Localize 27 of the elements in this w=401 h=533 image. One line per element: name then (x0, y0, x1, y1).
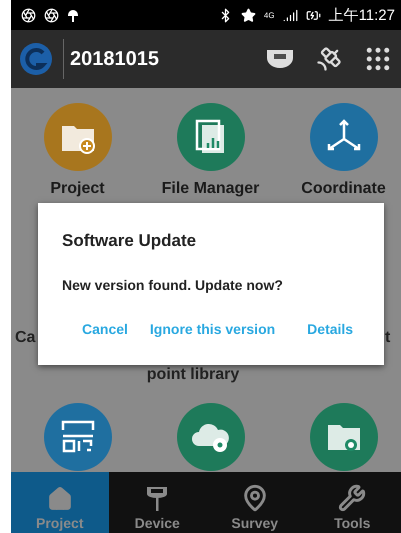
satellite-icon[interactable] (315, 45, 343, 73)
dialog-message: New version found. Update now? (62, 277, 284, 293)
signal-icon (282, 8, 298, 22)
tile-label: Ca (15, 329, 36, 347)
home-icon (46, 486, 73, 512)
tile-label: Project (50, 180, 105, 198)
project-title: 20181015 (63, 39, 159, 79)
network-type: 4G (264, 10, 275, 20)
receiver-icon[interactable] (265, 47, 295, 71)
dialog-button[interactable]: Cancel (82, 321, 128, 337)
dialog-title: Software Update (62, 231, 198, 251)
nav-tab[interactable]: Project (11, 472, 108, 533)
clock-time: 上午11:27 (328, 6, 395, 24)
tile-label: Coordinate (301, 180, 386, 198)
tile-label: t (385, 329, 390, 347)
aperture-icon (21, 8, 36, 22)
nav-tab[interactable]: Tools (304, 472, 401, 533)
star-icon (240, 8, 256, 22)
wrench-icon (338, 484, 366, 512)
aperture-icon (44, 8, 59, 22)
tile-label: File Manager (162, 180, 260, 198)
tile-label: point library (146, 366, 240, 384)
dialog-button[interactable]: Details (307, 321, 354, 337)
nav-tab[interactable]: Device (108, 472, 206, 533)
nav-tab[interactable]: Survey (206, 472, 304, 533)
dialog-button[interactable]: Ignore this version (150, 321, 276, 337)
logo-icon (19, 42, 53, 76)
